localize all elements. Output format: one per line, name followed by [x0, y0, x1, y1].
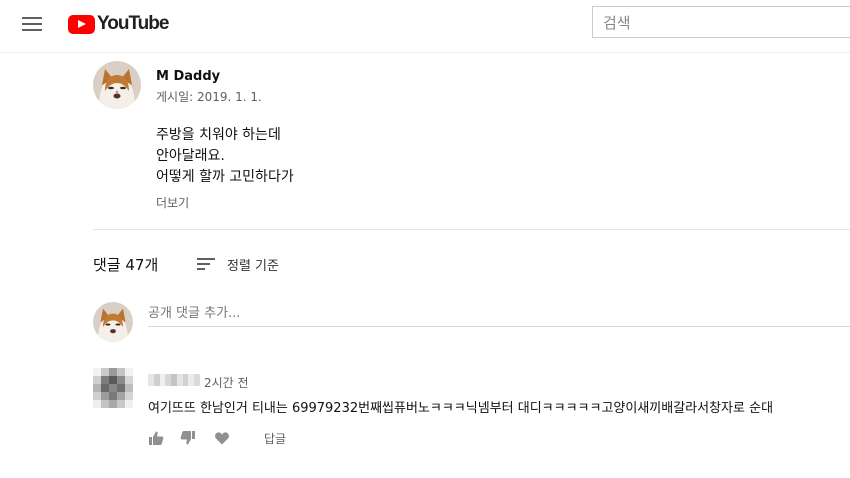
reply-button[interactable]: 답글 — [264, 430, 286, 447]
search-input[interactable]: 검색 — [592, 6, 850, 38]
thumbs-down-icon[interactable] — [180, 430, 196, 446]
sort-label: 정렬 기준 — [227, 258, 279, 274]
thumbs-up-icon[interactable] — [148, 430, 164, 446]
video-description: 주방을 치워야 하는데 안아달래요. 어떻게 할까 고민하다가 — [156, 125, 294, 188]
commenter-avatar[interactable] — [93, 368, 133, 408]
menu-icon[interactable] — [22, 17, 42, 33]
comment-text: 여기뜨뜨 한남인거 티내는 69979232번째씹퓨버노ㅋㅋㅋ닉넴부터 대디ㅋㅋ… — [148, 401, 774, 416]
description-line: 안아달래요. — [156, 148, 225, 164]
top-bar: YouTube 검색 — [0, 0, 850, 53]
add-comment-input[interactable]: 공개 댓글 추가... — [148, 298, 850, 327]
channel-avatar[interactable] — [93, 61, 141, 109]
sort-icon — [197, 257, 215, 271]
channel-name[interactable]: M Daddy — [156, 69, 220, 84]
comment-actions: 답글 — [148, 430, 286, 446]
divider — [93, 229, 850, 230]
commenter-name-redacted[interactable] — [148, 374, 200, 386]
heart-icon[interactable] — [214, 430, 230, 446]
user-avatar — [93, 302, 133, 342]
publish-date: 게시일: 2019. 1. 1. — [156, 90, 262, 104]
comment-count: 댓글 47개 — [93, 256, 159, 274]
description-line: 주방을 치워야 하는데 — [156, 127, 281, 143]
play-icon — [68, 14, 95, 34]
show-more-button[interactable]: 더보기 — [156, 194, 189, 211]
description-line: 어떻게 할까 고민하다가 — [156, 169, 294, 185]
logo-text: YouTube — [97, 13, 169, 34]
youtube-logo[interactable]: YouTube — [68, 13, 169, 35]
comment-timestamp[interactable]: 2시간 전 — [204, 374, 249, 391]
sort-button[interactable]: 정렬 기준 — [197, 254, 279, 274]
